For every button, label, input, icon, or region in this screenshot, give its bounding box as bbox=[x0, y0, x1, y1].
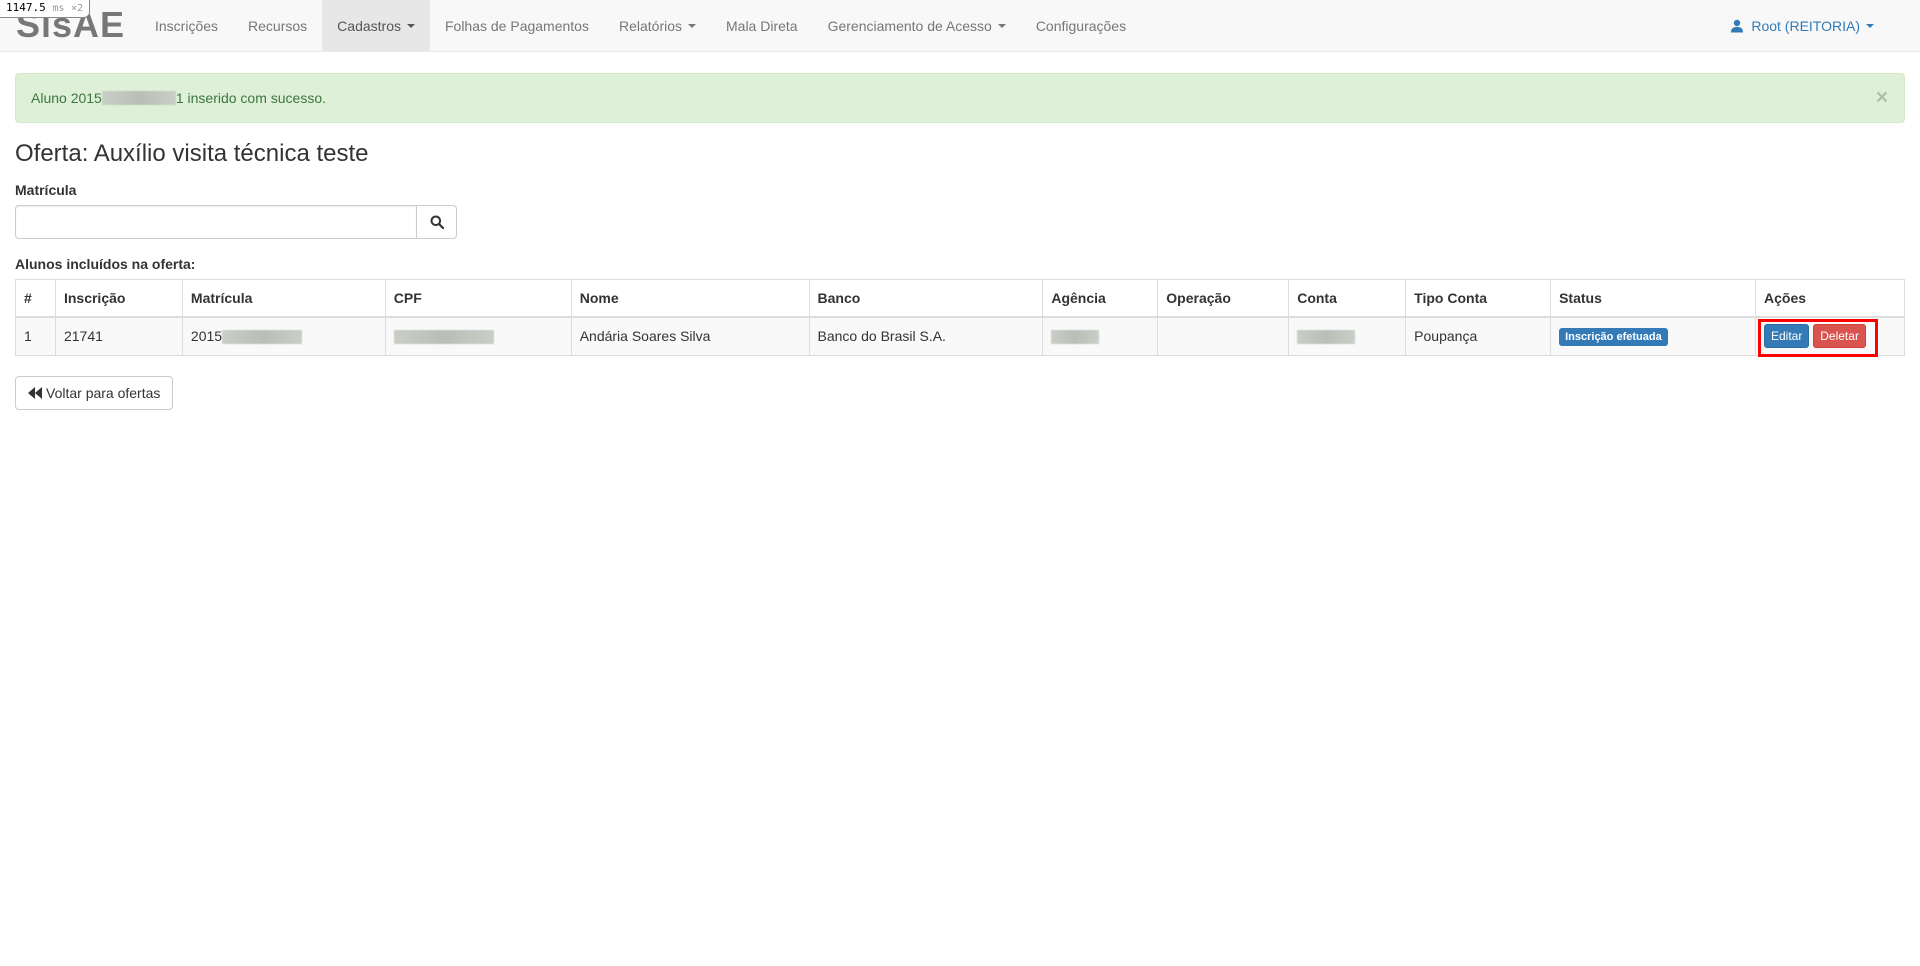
nav-gerenciamento-acesso[interactable]: Gerenciamento de Acesso bbox=[813, 0, 1021, 51]
close-alert-button[interactable]: × bbox=[1876, 87, 1888, 108]
user-menu[interactable]: Root (REITORIA) bbox=[1730, 0, 1874, 51]
caret-down-icon bbox=[1866, 23, 1874, 28]
redacted-cpf bbox=[393, 330, 494, 345]
alert-prefix: Aluno 2015 bbox=[31, 90, 102, 106]
nav-label: Folhas de Pagamentos bbox=[444, 17, 589, 34]
cell-status: Inscrição efetuada bbox=[1550, 316, 1756, 356]
redacted-matricula bbox=[222, 330, 303, 345]
nav-cadastros[interactable]: Cadastros bbox=[322, 0, 430, 51]
nav-label: Inscrições bbox=[155, 17, 219, 34]
success-alert: Aluno 2015 1 inserido com sucesso. × bbox=[15, 73, 1905, 123]
search-button[interactable] bbox=[417, 205, 457, 239]
nav-label: Cadastros bbox=[337, 17, 401, 34]
nav-relatorios[interactable]: Relatórios bbox=[604, 0, 711, 51]
table-row: 1 21741 2015 Andária Soares Silva Banco … bbox=[15, 316, 1905, 357]
nav-label: Gerenciamento de Acesso bbox=[827, 17, 992, 34]
matricula-input[interactable] bbox=[15, 205, 417, 239]
nav-folhas-pagamentos[interactable]: Folhas de Pagamentos bbox=[430, 0, 604, 51]
cell-matricula: 2015 bbox=[181, 316, 386, 356]
caret-down-icon bbox=[406, 23, 415, 28]
back-label: Voltar para ofertas bbox=[46, 385, 161, 401]
cell-num: 1 bbox=[15, 316, 56, 356]
header-cpf: CPF bbox=[384, 279, 572, 318]
cell-tipo-conta: Poupança bbox=[1405, 316, 1552, 356]
alert-suffix: 1 inserido com sucesso. bbox=[175, 90, 327, 106]
edit-button[interactable]: Editar bbox=[1764, 324, 1810, 349]
caret-down-icon bbox=[688, 23, 696, 28]
nav-label: Recursos bbox=[248, 17, 308, 34]
cell-cpf bbox=[384, 316, 572, 356]
header-operacao: Operação bbox=[1157, 279, 1290, 318]
navbar: SisAE Inscrições Recursos Cadastros Folh… bbox=[0, 0, 1920, 52]
redacted-matricula bbox=[101, 91, 176, 105]
students-table: # Inscrição Matrícula CPF Nome Banco Agê… bbox=[15, 279, 1905, 357]
status-badge: Inscrição efetuada bbox=[1559, 327, 1668, 346]
timer-badge: 1147.5 ms ×2 bbox=[0, 0, 91, 18]
cell-nome: Andária Soares Silva bbox=[570, 316, 810, 356]
table-caption: Alunos incluídos na oferta: bbox=[15, 256, 196, 272]
table-header-row: # Inscrição Matrícula CPF Nome Banco Agê… bbox=[15, 279, 1905, 318]
timer-multiplier: ×2 bbox=[71, 3, 84, 14]
caret-down-icon bbox=[997, 23, 1006, 28]
cell-agencia bbox=[1042, 316, 1159, 356]
header-matricula: Matrícula bbox=[181, 279, 386, 318]
header-conta: Conta bbox=[1288, 279, 1407, 318]
header-status: Status bbox=[1550, 279, 1756, 318]
matricula-prefix: 2015 bbox=[190, 328, 223, 345]
header-tipo-conta: Tipo Conta bbox=[1405, 279, 1552, 318]
header-agencia: Agência bbox=[1042, 279, 1159, 318]
header-acoes: Ações bbox=[1755, 279, 1905, 318]
cell-operacao bbox=[1157, 316, 1290, 356]
back-to-offers-button[interactable]: Voltar para ofertas bbox=[15, 376, 174, 410]
user-name: Root (REITORIA) bbox=[1751, 17, 1860, 34]
nav-inscricoes[interactable]: Inscrições bbox=[140, 0, 233, 51]
user-icon bbox=[1731, 19, 1744, 32]
backward-icon bbox=[28, 387, 42, 399]
cell-banco: Banco do Brasil S.A. bbox=[808, 316, 1044, 356]
redacted-agencia bbox=[1051, 330, 1100, 345]
header-inscricao: Inscrição bbox=[54, 279, 183, 318]
header-nome: Nome bbox=[570, 279, 810, 318]
nav-mala-direta[interactable]: Mala Direta bbox=[711, 0, 813, 51]
matricula-search-group bbox=[15, 205, 457, 239]
nav-configuracoes[interactable]: Configurações bbox=[1021, 0, 1141, 51]
nav-label: Mala Direta bbox=[726, 17, 798, 34]
redacted-conta bbox=[1297, 330, 1356, 345]
timer-value: 1147.5 bbox=[6, 1, 46, 14]
header-banco: Banco bbox=[808, 279, 1044, 318]
nav-recursos[interactable]: Recursos bbox=[233, 0, 322, 51]
search-icon bbox=[430, 215, 444, 229]
timer-unit: ms bbox=[52, 3, 65, 14]
matricula-label: Matrícula bbox=[15, 182, 77, 198]
cell-inscricao: 21741 bbox=[54, 316, 183, 356]
cell-acoes: Editar Deletar bbox=[1755, 316, 1905, 357]
nav-label: Relatórios bbox=[618, 17, 682, 34]
header-num: # bbox=[15, 279, 56, 318]
nav-label: Configurações bbox=[1035, 17, 1127, 34]
cell-conta bbox=[1288, 316, 1407, 356]
main-nav: Inscrições Recursos Cadastros Folhas de … bbox=[140, 0, 1141, 51]
page-title: Oferta: Auxílio visita técnica teste bbox=[15, 140, 369, 167]
delete-button[interactable]: Deletar bbox=[1813, 324, 1866, 349]
